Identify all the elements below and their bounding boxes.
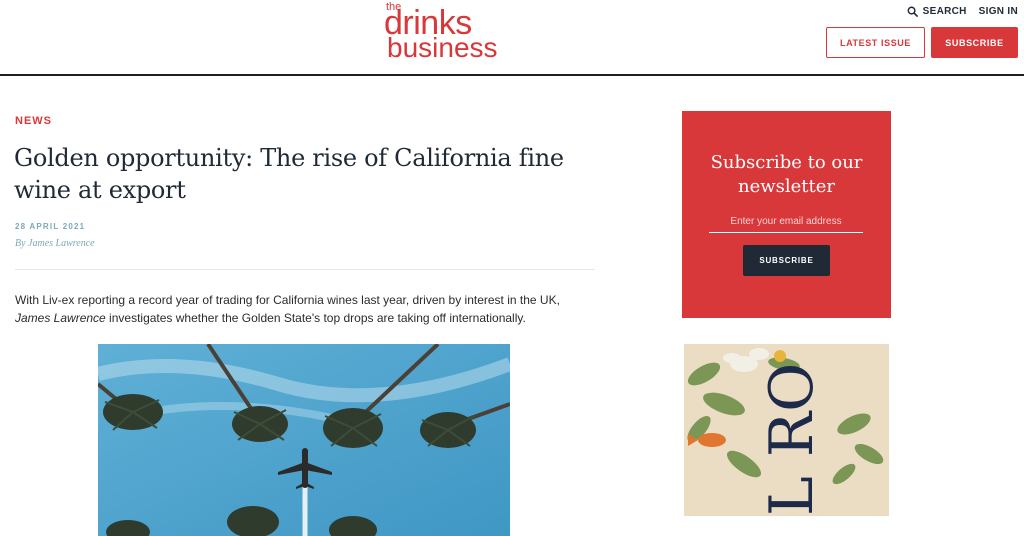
article-title: Golden opportunity: The rise of Californ… <box>14 144 564 204</box>
search-icon <box>907 6 918 17</box>
subscribe-button[interactable]: SUBSCRIBE <box>931 27 1018 58</box>
article-hero-image <box>98 344 510 536</box>
article-date: 28 APRIL 2021 <box>15 222 86 231</box>
ad-text: L RO <box>757 363 827 516</box>
signin-label: SIGN IN <box>978 6 1018 17</box>
logo-business: business <box>387 32 498 63</box>
newsletter-email-input[interactable] <box>709 211 863 233</box>
newsletter-signup: Subscribe to our newsletter SUBSCRIBE <box>682 111 891 318</box>
site-logo[interactable]: the drinks business <box>382 2 532 64</box>
article-category[interactable]: NEWS <box>15 115 52 127</box>
article-standfirst: With Liv-ex reporting a record year of t… <box>15 292 585 327</box>
article-byline[interactable]: By James Lawrence <box>15 238 95 249</box>
standfirst-author: James Lawrence <box>15 310 106 325</box>
top-links: SEARCH SIGN IN <box>907 6 1018 17</box>
newsletter-title: Subscribe to our newsletter <box>710 152 863 197</box>
newsletter-subscribe-button[interactable]: SUBSCRIBE <box>743 245 830 276</box>
latest-issue-button[interactable]: LATEST ISSUE <box>826 27 925 58</box>
site-header: the drinks business SEARCH SIGN IN LATES… <box>0 0 1024 76</box>
standfirst-text-1: With Liv-ex reporting a record year of t… <box>15 293 560 307</box>
search-label: SEARCH <box>922 6 967 17</box>
search-link[interactable]: SEARCH <box>907 6 967 17</box>
standfirst-text-2: investigates whether the Golden State's … <box>105 310 526 325</box>
article-divider <box>15 269 595 270</box>
sidebar-advert[interactable]: L RO <box>684 344 889 516</box>
signin-link[interactable]: SIGN IN <box>979 6 1018 17</box>
